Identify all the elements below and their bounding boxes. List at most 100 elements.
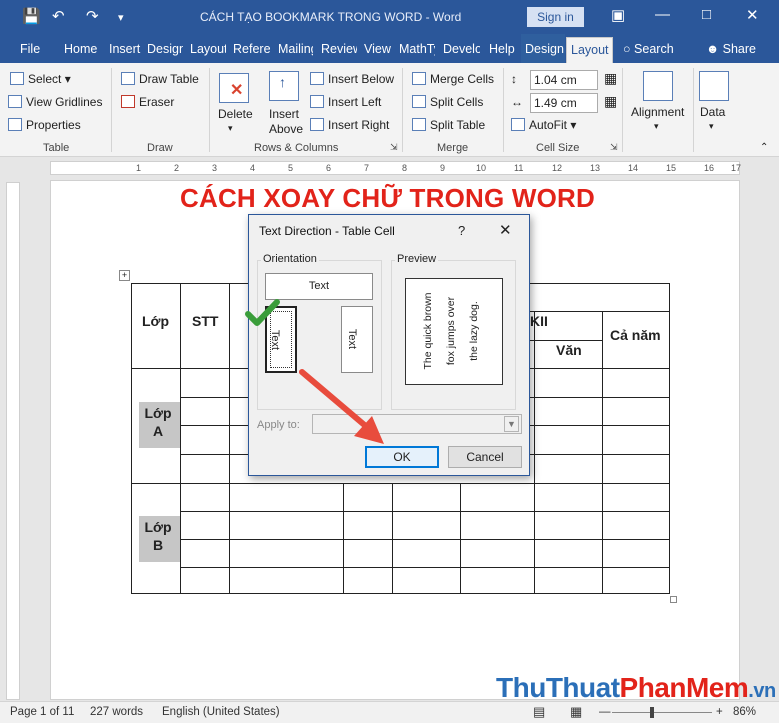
annotation-arrow-icon bbox=[299, 369, 384, 444]
draw-table-button[interactable]: Draw Table bbox=[121, 72, 199, 86]
tab-file[interactable]: File bbox=[20, 34, 46, 63]
insert-left-button[interactable]: Insert Left bbox=[310, 95, 381, 109]
merge-cells-button[interactable]: Merge Cells bbox=[412, 72, 494, 86]
zoom-out-icon[interactable]: — bbox=[599, 706, 611, 718]
split-table-button[interactable]: Split Table bbox=[412, 118, 485, 132]
orientation-horizontal[interactable]: Text bbox=[265, 273, 373, 300]
tab-table-design[interactable]: Design bbox=[521, 34, 565, 63]
select-button[interactable]: Select ▾ bbox=[10, 72, 71, 86]
properties-button[interactable]: Properties bbox=[8, 118, 81, 132]
sign-in-button[interactable]: Sign in bbox=[527, 7, 584, 27]
tab-help[interactable]: Help bbox=[489, 34, 517, 63]
table-move-handle-icon[interactable]: + bbox=[119, 270, 130, 281]
eraser-button[interactable]: Eraser bbox=[121, 95, 174, 109]
watermark-logo: ThuThuatPhanMem.vn bbox=[496, 672, 776, 703]
autofit-label: AutoFit bbox=[529, 118, 568, 132]
ribbon-divider bbox=[111, 68, 112, 152]
data-button[interactable]: Data bbox=[700, 105, 725, 119]
document-heading[interactable]: CÁCH XOAY CHỮ TRONG WORD bbox=[180, 183, 630, 214]
tab-references[interactable]: References bbox=[233, 34, 271, 63]
zoom-in-icon[interactable]: + bbox=[716, 706, 723, 718]
header-van: Văn bbox=[556, 342, 582, 358]
word-count[interactable]: 227 words bbox=[90, 706, 143, 718]
help-button[interactable]: ? bbox=[458, 223, 465, 238]
cancel-button[interactable]: Cancel bbox=[448, 446, 522, 468]
tab-developer[interactable]: Developer bbox=[443, 34, 480, 63]
preview-box: The quick brown fox jumps over the lazy … bbox=[405, 278, 503, 385]
minimize-icon[interactable]: — bbox=[655, 6, 670, 23]
ruler-tick: 14 bbox=[628, 163, 639, 173]
tab-layout-page[interactable]: Layout bbox=[190, 34, 226, 63]
table-line bbox=[602, 311, 603, 594]
draw-table-label: Draw Table bbox=[139, 72, 199, 86]
vertical-ruler[interactable] bbox=[6, 182, 20, 700]
distribute-columns-icon[interactable]: ▦ bbox=[604, 93, 617, 110]
ruler-tick: 13 bbox=[590, 163, 601, 173]
insert-above-button[interactable]: Insert Above bbox=[269, 107, 303, 137]
alignment-button[interactable]: Alignment bbox=[631, 105, 684, 119]
tab-design[interactable]: Design bbox=[147, 34, 183, 63]
ribbon-divider bbox=[693, 68, 694, 152]
zoom-slider[interactable] bbox=[612, 712, 712, 713]
language-indicator[interactable]: English (United States) bbox=[162, 706, 280, 718]
orientation-rotate-270[interactable]: Text bbox=[341, 306, 373, 373]
tab-mailings[interactable]: Mailings bbox=[278, 34, 313, 63]
row-height-input[interactable]: 1.04 cm bbox=[530, 70, 598, 90]
redo-icon[interactable]: ↷ bbox=[86, 7, 99, 25]
ruler-tick: 4 bbox=[250, 163, 256, 173]
undo-icon[interactable]: ↶ bbox=[52, 7, 65, 25]
group-label-merge: Merge bbox=[437, 142, 469, 154]
ribbon-divider bbox=[622, 68, 623, 152]
header-lop: Lớp bbox=[142, 313, 170, 329]
save-icon[interactable]: 💾 bbox=[22, 7, 41, 25]
tab-home[interactable]: Home bbox=[64, 34, 102, 63]
page-count[interactable]: Page 1 of 11 bbox=[10, 706, 74, 718]
share-button[interactable]: ☻ Share bbox=[706, 34, 756, 63]
zoom-level[interactable]: 86% bbox=[733, 706, 756, 718]
tab-mathtype[interactable]: MathType bbox=[399, 34, 435, 63]
distribute-rows-icon[interactable]: ▦ bbox=[604, 70, 617, 87]
option-text: Text bbox=[308, 280, 330, 292]
tab-table-layout[interactable]: Layout bbox=[566, 37, 613, 63]
dialog-launcher-icon[interactable]: ⇲ bbox=[390, 142, 398, 153]
split-cells-button[interactable]: Split Cells bbox=[412, 95, 483, 109]
customize-quick-access-icon[interactable]: ▾ bbox=[118, 11, 124, 24]
insert-right-button[interactable]: Insert Right bbox=[310, 118, 389, 132]
ribbon-display-icon[interactable]: ▣ bbox=[611, 6, 625, 24]
column-width-input[interactable]: 1.49 cm bbox=[530, 93, 598, 113]
insert-below-button[interactable]: Insert Below bbox=[310, 72, 394, 86]
alignment-icon[interactable] bbox=[643, 71, 673, 101]
autofit-button[interactable]: AutoFit ▾ bbox=[511, 118, 576, 132]
insert-below-label: Insert Below bbox=[328, 72, 395, 86]
view-gridlines-button[interactable]: View Gridlines bbox=[8, 95, 102, 109]
merge-cells-label: Merge Cells bbox=[430, 72, 495, 86]
insert-below-icon bbox=[310, 72, 324, 85]
ribbon: Select ▾ View Gridlines Properties Table… bbox=[0, 63, 779, 157]
tab-review[interactable]: Review bbox=[321, 34, 357, 63]
maximize-icon[interactable]: □ bbox=[702, 6, 711, 23]
delete-table-icon[interactable]: ✕ bbox=[219, 73, 249, 103]
preview-line: fox jumps over bbox=[445, 296, 457, 366]
split-table-label: Split Table bbox=[430, 118, 486, 132]
table-line bbox=[180, 539, 670, 540]
close-icon[interactable]: ✕ bbox=[499, 221, 512, 239]
ribbon-divider bbox=[209, 68, 210, 152]
web-layout-icon[interactable]: ▦ bbox=[570, 704, 582, 720]
tab-view[interactable]: View bbox=[364, 34, 392, 63]
data-icon[interactable] bbox=[699, 71, 729, 101]
zoom-slider-thumb[interactable] bbox=[650, 707, 654, 718]
collapse-ribbon-icon[interactable]: ⌃ bbox=[760, 142, 768, 153]
table-line bbox=[530, 311, 670, 312]
close-icon[interactable]: ✕ bbox=[746, 6, 759, 24]
dialog-launcher-icon[interactable]: ⇲ bbox=[610, 142, 618, 153]
insert-above-icon[interactable]: ↑ bbox=[269, 71, 299, 101]
group-label-draw: Draw bbox=[147, 142, 173, 154]
tab-insert[interactable]: Insert bbox=[109, 34, 141, 63]
table-resize-handle-icon[interactable] bbox=[670, 596, 677, 603]
table-line bbox=[530, 340, 602, 341]
delete-button[interactable]: Delete bbox=[218, 107, 253, 121]
horizontal-ruler[interactable]: 1 2 3 4 5 6 7 8 9 10 11 12 13 14 15 16 1… bbox=[50, 161, 741, 175]
search-box[interactable]: ○ Search bbox=[623, 34, 674, 63]
print-layout-icon[interactable]: ▤ bbox=[533, 704, 545, 720]
status-bar: Page 1 of 11 227 words English (United S… bbox=[0, 701, 779, 723]
